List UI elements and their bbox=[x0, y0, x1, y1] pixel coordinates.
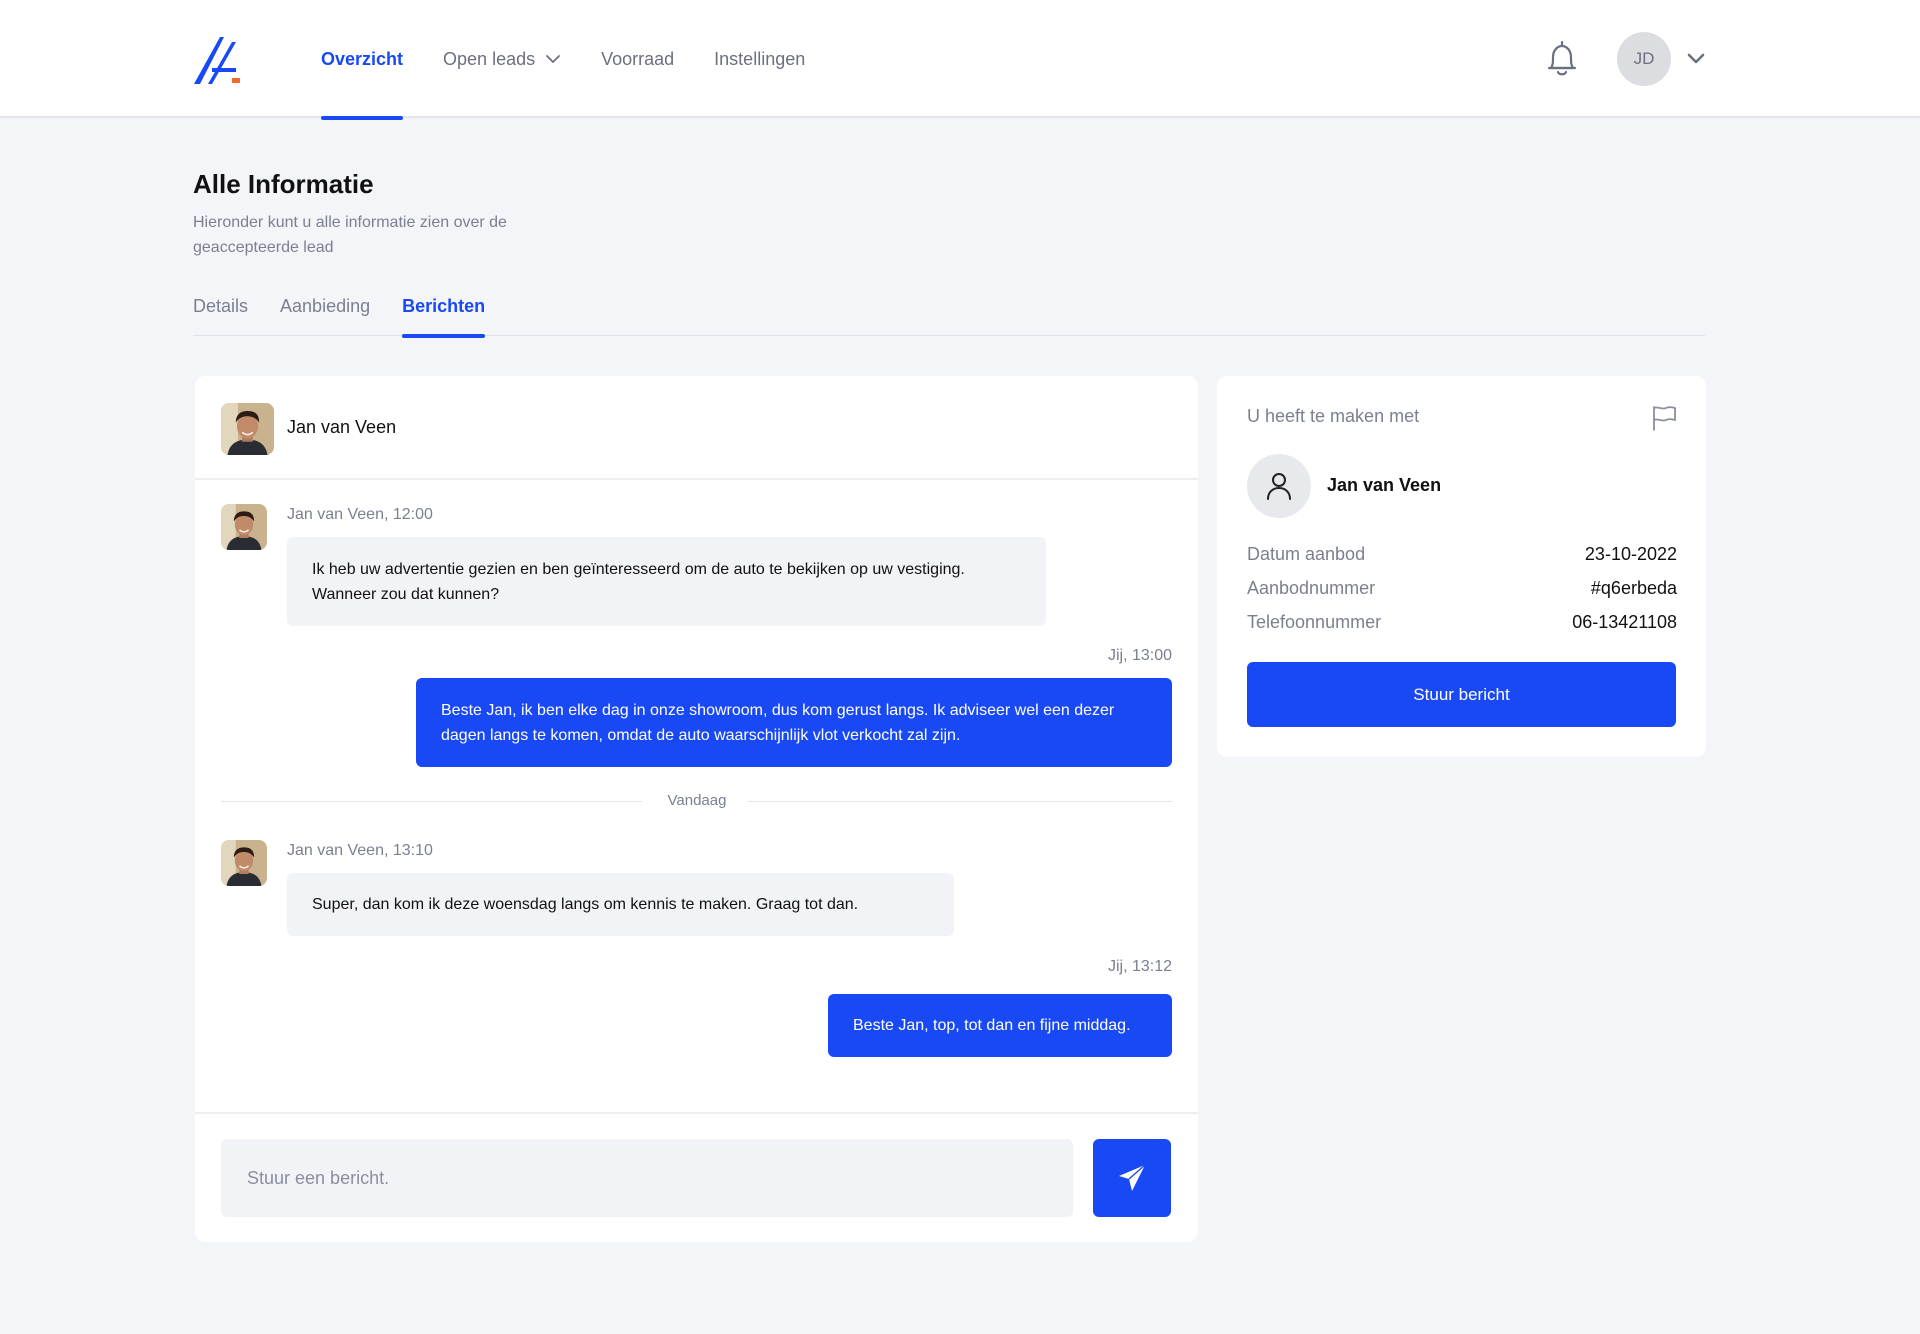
user-icon bbox=[1267, 473, 1291, 500]
day-divider-label: Vandaag bbox=[667, 792, 727, 809]
lead-info-panel: U heeft te maken met Jan van Veen Datum … bbox=[1217, 376, 1706, 757]
chevron-down-icon[interactable] bbox=[1686, 49, 1706, 69]
message-bubble-incoming: Super, dan kom ik deze woensdag langs om… bbox=[287, 873, 954, 936]
nav-item-label: Overzicht bbox=[321, 48, 404, 69]
info-value: 06-13421108 bbox=[1572, 612, 1677, 632]
nav-item-label: Instellingen bbox=[714, 48, 806, 69]
send-button[interactable] bbox=[1093, 1139, 1171, 1217]
message-bubble-outgoing: Beste Jan, ik ben elke dag in onze showr… bbox=[416, 678, 1172, 767]
page-title: Alle Informatie bbox=[193, 169, 374, 199]
chat-panel: Jan van Veen Jan van Veen, 12:00 Ik heb … bbox=[195, 376, 1198, 1242]
bell-icon[interactable] bbox=[1544, 40, 1580, 78]
send-message-button[interactable]: Stuur bericht bbox=[1247, 662, 1676, 727]
chat-header: Jan van Veen bbox=[195, 376, 1198, 480]
nav-item-overzicht[interactable]: Overzicht bbox=[321, 0, 404, 120]
info-label: Datum aanbod bbox=[1247, 544, 1366, 564]
tab-aanbieding[interactable]: Aanbieding bbox=[280, 296, 370, 336]
day-divider-line bbox=[221, 801, 642, 802]
user-avatar[interactable]: JD bbox=[1617, 32, 1671, 86]
info-label: Telefoonnummer bbox=[1247, 612, 1382, 632]
message-meta: Jan van Veen, 12:00 bbox=[287, 506, 433, 523]
nav-item-instellingen[interactable]: Instellingen bbox=[714, 0, 805, 118]
logo-icon[interactable] bbox=[192, 34, 244, 86]
top-navigation-bar: Overzicht Open leads Voorraad Instelling… bbox=[0, 0, 1920, 120]
message-bubble-outgoing: Beste Jan, top, tot dan en fijne middag. bbox=[828, 994, 1172, 1057]
nav-item-label: Open leads bbox=[443, 48, 536, 69]
flag-icon[interactable] bbox=[1650, 404, 1678, 432]
message-avatar bbox=[221, 840, 267, 886]
tab-berichten[interactable]: Berichten bbox=[402, 296, 486, 338]
message-bubble-incoming: Ik heb uw advertentie gezien en ben geïn… bbox=[287, 537, 1046, 626]
day-divider-line bbox=[748, 801, 1172, 802]
info-row: Aanbodnummer #q6erbeda bbox=[1247, 578, 1677, 602]
person-name: Jan van Veen bbox=[1327, 475, 1442, 495]
message-meta: Jan van Veen, 13:10 bbox=[287, 842, 433, 859]
info-row: Telefoonnummer 06-13421108 bbox=[1247, 612, 1677, 636]
main-nav: Overzicht Open leads Voorraad Instelling… bbox=[321, 0, 845, 120]
info-row: Datum aanbod 23-10-2022 bbox=[1247, 544, 1677, 568]
tab-bar: Details Aanbieding Berichten bbox=[193, 296, 1705, 338]
contact-avatar bbox=[221, 403, 274, 455]
info-label: Aanbodnummer bbox=[1247, 578, 1376, 598]
nav-item-voorraad[interactable]: Voorraad bbox=[601, 0, 674, 118]
contact-name: Jan van Veen bbox=[287, 417, 397, 437]
page-subtitle: Hieronder kunt u alle informatie zien ov… bbox=[193, 214, 507, 256]
info-heading: U heeft te maken met bbox=[1247, 406, 1420, 426]
message-meta: Jij, 13:00 bbox=[1107, 647, 1172, 664]
person-avatar bbox=[1247, 454, 1311, 518]
message-input[interactable] bbox=[221, 1139, 1073, 1217]
info-value: #q6erbeda bbox=[1590, 578, 1677, 598]
send-icon bbox=[1119, 1164, 1146, 1191]
nav-item-open-leads[interactable]: Open leads bbox=[443, 0, 561, 118]
chevron-down-icon bbox=[546, 55, 561, 63]
nav-item-label: Voorraad bbox=[601, 48, 675, 69]
composer-separator bbox=[195, 1112, 1198, 1114]
message-avatar bbox=[221, 504, 267, 550]
tab-details[interactable]: Details bbox=[193, 296, 248, 336]
message-meta: Jij, 13:12 bbox=[1107, 958, 1172, 975]
info-value: 23-10-2022 bbox=[1584, 544, 1677, 564]
